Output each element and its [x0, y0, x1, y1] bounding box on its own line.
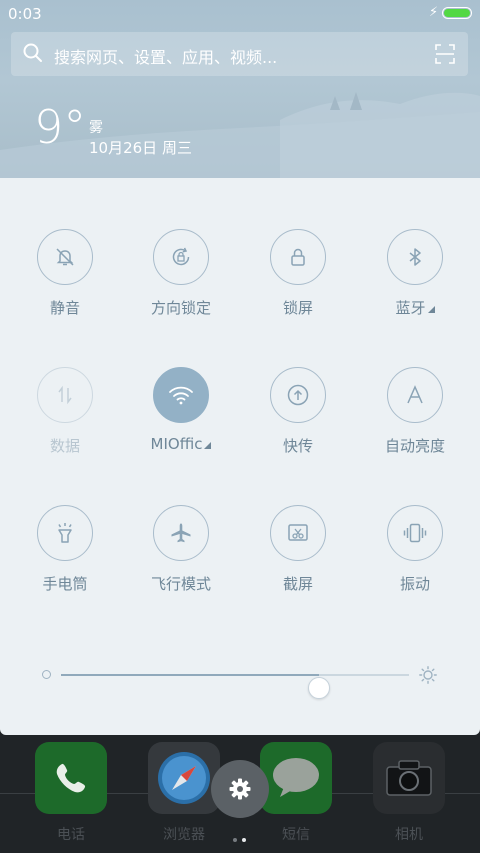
dock-app-label: 短信 [282, 827, 310, 843]
dock-app-label: 浏览器 [163, 827, 205, 843]
tile-label: 锁屏 [282, 299, 313, 317]
browser-icon [148, 742, 220, 814]
menu-indicator-icon [204, 442, 212, 449]
brightness-high-icon [419, 666, 437, 684]
status-time: 0:03 [8, 5, 42, 23]
tile-label: 快传 [282, 437, 313, 455]
screenshot-icon [288, 524, 308, 541]
tile-screenshot[interactable]: 截屏 [248, 505, 348, 594]
flashlight-icon [58, 523, 72, 543]
search-placeholder: 搜索网页、设置、应用、视频... [54, 48, 278, 67]
dock-app-messages[interactable]: 短信 [260, 742, 332, 844]
brightness-slider[interactable] [40, 660, 444, 699]
wifi-icon [169, 386, 193, 405]
mobile-data-icon [58, 385, 72, 405]
tile-label: 自动亮度 [384, 437, 445, 455]
tile-mute[interactable]: 静音 [15, 229, 115, 318]
tile-label: MIOffic [131, 435, 231, 453]
weather-date: 10月26日 周三 [89, 139, 192, 157]
scan-icon[interactable] [435, 44, 455, 64]
messages-icon [260, 742, 332, 814]
brightness-thumb[interactable] [308, 677, 330, 699]
page-dot [233, 838, 237, 842]
weather-condition: 雾 [89, 120, 103, 136]
page-dot-active [242, 838, 246, 842]
tile-circle [37, 367, 93, 423]
tile-label-text: MIOffic [150, 435, 203, 453]
tile-lock-screen[interactable]: 锁屏 [248, 229, 348, 318]
page-indicator [233, 827, 251, 846]
tile-circle [270, 229, 326, 285]
dock-app-camera[interactable]: 相机 [373, 742, 445, 844]
tile-vibrate[interactable]: 振动 [365, 505, 465, 594]
tile-mobile-data[interactable]: 数据 [15, 367, 115, 456]
brightness-fill [61, 674, 319, 676]
bluetooth-icon [409, 248, 421, 266]
temperature: 9° [34, 100, 87, 154]
tile-circle [37, 229, 93, 285]
tile-label: 方向锁定 [150, 299, 211, 317]
settings-button[interactable] [211, 760, 269, 818]
vibrate-icon [403, 523, 427, 543]
quick-transfer-icon [287, 384, 309, 406]
brightness-track[interactable] [61, 674, 409, 699]
tile-label: 数据 [49, 437, 80, 455]
tile-bluetooth[interactable]: 蓝牙 [365, 229, 465, 318]
tile-circle [37, 505, 93, 561]
tile-circle [270, 367, 326, 423]
tile-circle [387, 367, 443, 423]
home-screen-dock: 电话 浏览器 短信 相机 [0, 735, 480, 853]
tile-label: 静音 [49, 299, 80, 317]
tile-circle [387, 505, 443, 561]
phone-icon [35, 742, 107, 814]
battery-icon [442, 7, 472, 19]
lock-icon [291, 248, 305, 266]
dock-app-label: 电话 [57, 827, 85, 843]
dock-app-label: 相机 [395, 827, 423, 843]
tile-label: 截屏 [282, 575, 313, 593]
tile-circle [270, 505, 326, 561]
tile-rotation-lock[interactable]: 方向锁定 [131, 229, 231, 318]
bell-off-icon [56, 248, 74, 266]
dock-app-browser[interactable]: 浏览器 [148, 742, 220, 844]
tile-label: 飞行模式 [150, 575, 211, 593]
tile-circle [153, 229, 209, 285]
bolt-icon: ⚡ [429, 5, 439, 20]
rotation-lock-icon [172, 247, 190, 266]
tile-circle [387, 229, 443, 285]
status-bar: 0:03 ⚡ [0, 0, 480, 28]
auto-brightness-icon [407, 385, 423, 404]
dock-app-phone[interactable]: 电话 [35, 742, 107, 844]
tile-quick-transfer[interactable]: 快传 [248, 367, 348, 456]
tile-label-text: 蓝牙 [395, 299, 426, 317]
tile-label: 手电筒 [42, 575, 88, 593]
gear-icon [229, 778, 251, 800]
tile-label: 蓝牙 [365, 297, 465, 318]
weather-header: 0:03 ⚡ 搜索网页、设置、应用、视频... 9° 雾 10月26日 周三 [0, 0, 480, 178]
airplane-icon [171, 523, 191, 543]
tile-airplane-mode[interactable]: 飞行模式 [131, 505, 231, 594]
tile-auto-brightness[interactable]: 自动亮度 [365, 367, 465, 456]
search-bar[interactable]: 搜索网页、设置、应用、视频... [11, 32, 468, 76]
quick-settings-panel: 静音 方向锁定 锁屏 蓝牙 数据 MIOffic 快传 自动亮度 手电筒 飞行模… [0, 178, 480, 735]
tile-circle [153, 505, 209, 561]
tile-wifi[interactable]: MIOffic [131, 367, 231, 453]
menu-indicator-icon [427, 306, 435, 313]
search-icon [23, 43, 42, 62]
brightness-low-icon [42, 670, 51, 679]
tile-label: 振动 [399, 575, 430, 593]
camera-icon [373, 742, 445, 814]
tile-circle [153, 367, 209, 423]
tile-flashlight[interactable]: 手电筒 [15, 505, 115, 594]
